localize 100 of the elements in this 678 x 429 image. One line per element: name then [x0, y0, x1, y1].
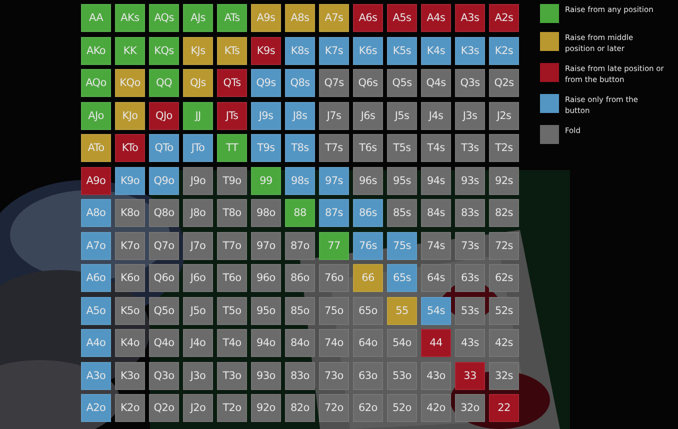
hand-cell: 66 — [353, 264, 383, 292]
hand-cell: J2o — [183, 394, 213, 422]
hand-cell: J4o — [183, 329, 213, 357]
hand-cell: 72s — [489, 232, 519, 260]
hand-cell: T7o — [217, 232, 247, 260]
hand-cell: QJo — [149, 102, 179, 130]
hand-cell: 88 — [285, 199, 315, 227]
hand-cell: 33 — [455, 362, 485, 390]
hand-cell: K4s — [421, 36, 451, 64]
hand-cell: Q6o — [149, 264, 179, 292]
hand-cell: 96s — [353, 166, 383, 194]
hand-cell: 62s — [489, 264, 519, 292]
hand-cell: Q8s — [285, 69, 315, 97]
hand-cell: A6s — [353, 4, 383, 32]
hand-cell: A8s — [285, 4, 315, 32]
hand-cell: QTo — [149, 134, 179, 162]
hand-cell: KK — [115, 36, 145, 64]
hand-cell: 84o — [285, 329, 315, 357]
hand-cell: JJ — [183, 102, 213, 130]
hand-cell: K4o — [115, 329, 145, 357]
hand-cell: 75o — [319, 296, 349, 324]
hand-cell: K5s — [387, 36, 417, 64]
hand-cell: A5s — [387, 4, 417, 32]
hand-cell: Q9o — [149, 166, 179, 194]
hand-cell: 55 — [387, 296, 417, 324]
hand-cell: A9o — [81, 166, 111, 194]
hand-cell: K9s — [251, 36, 281, 64]
hand-cell: K9o — [115, 166, 145, 194]
hand-cell: K7s — [319, 36, 349, 64]
hand-cell: T4s — [421, 134, 451, 162]
hand-cell: 54s — [421, 296, 451, 324]
hand-cell: J7o — [183, 232, 213, 260]
hand-cell: AA — [81, 4, 111, 32]
hand-cell: AQo — [81, 69, 111, 97]
hand-cell: 43s — [455, 329, 485, 357]
hand-cell: K3s — [455, 36, 485, 64]
hand-cell: AKs — [115, 4, 145, 32]
hand-cell: J5s — [387, 102, 417, 130]
hand-cell: A4o — [81, 329, 111, 357]
hand-cell: A7o — [81, 232, 111, 260]
hand-cell: 74s — [421, 232, 451, 260]
hand-cell: J8o — [183, 199, 213, 227]
hand-cell: ATo — [81, 134, 111, 162]
hand-cell: Q4o — [149, 329, 179, 357]
hand-cell: 53s — [455, 296, 485, 324]
hand-cell: 52o — [387, 394, 417, 422]
hand-cell: 73s — [455, 232, 485, 260]
hand-cell: K2o — [115, 394, 145, 422]
hand-cell: T7s — [319, 134, 349, 162]
hand-cell: Q3o — [149, 362, 179, 390]
hand-cell: 64o — [353, 329, 383, 357]
hand-cell: 77 — [319, 232, 349, 260]
hand-cell: A9s — [251, 4, 281, 32]
hand-cell: 92o — [251, 394, 281, 422]
hand-cell: AKo — [81, 36, 111, 64]
hand-cell: T6s — [353, 134, 383, 162]
hand-cell: J9o — [183, 166, 213, 194]
hand-cell: K7o — [115, 232, 145, 260]
hand-cell: 82s — [489, 199, 519, 227]
hand-cell: KTo — [115, 134, 145, 162]
hand-cell: J2s — [489, 102, 519, 130]
hand-cell: T9s — [251, 134, 281, 162]
hand-cell: K3o — [115, 362, 145, 390]
hand-cell: J4s — [421, 102, 451, 130]
hand-cell: T2s — [489, 134, 519, 162]
hand-cell: 99 — [251, 166, 281, 194]
hand-cell: KTs — [217, 36, 247, 64]
hand-cell: TT — [217, 134, 247, 162]
hand-cell: T2o — [217, 394, 247, 422]
hand-cell: QQ — [149, 69, 179, 97]
hand-cell: K8o — [115, 199, 145, 227]
hand-cell: 76o — [319, 264, 349, 292]
hand-cell: T5s — [387, 134, 417, 162]
hand-cell: J3o — [183, 362, 213, 390]
hand-cell: AJo — [81, 102, 111, 130]
hand-cell: K6o — [115, 264, 145, 292]
hand-cell: 64s — [421, 264, 451, 292]
hand-cell: A7s — [319, 4, 349, 32]
hand-cell: JTo — [183, 134, 213, 162]
hand-cell: 73o — [319, 362, 349, 390]
hand-cell: 22 — [489, 394, 519, 422]
hand-cell: QJs — [183, 69, 213, 97]
hand-cell: T6o — [217, 264, 247, 292]
hand-cell: 75s — [387, 232, 417, 260]
hand-cell: K5o — [115, 296, 145, 324]
hand-cell: K8s — [285, 36, 315, 64]
hand-cell: 86s — [353, 199, 383, 227]
hand-cell: T3o — [217, 362, 247, 390]
hand-cell: AQs — [149, 4, 179, 32]
hand-cell: Q6s — [353, 69, 383, 97]
hand-cell: 32s — [489, 362, 519, 390]
hand-cell: 95s — [387, 166, 417, 194]
hand-cell: A3o — [81, 362, 111, 390]
hand-cell: KJo — [115, 102, 145, 130]
hand-cell: 93s — [455, 166, 485, 194]
hand-cell: T8o — [217, 199, 247, 227]
hand-cell: 96o — [251, 264, 281, 292]
hand-cell: 54o — [387, 329, 417, 357]
hand-cell: 86o — [285, 264, 315, 292]
hand-cell: J9s — [251, 102, 281, 130]
